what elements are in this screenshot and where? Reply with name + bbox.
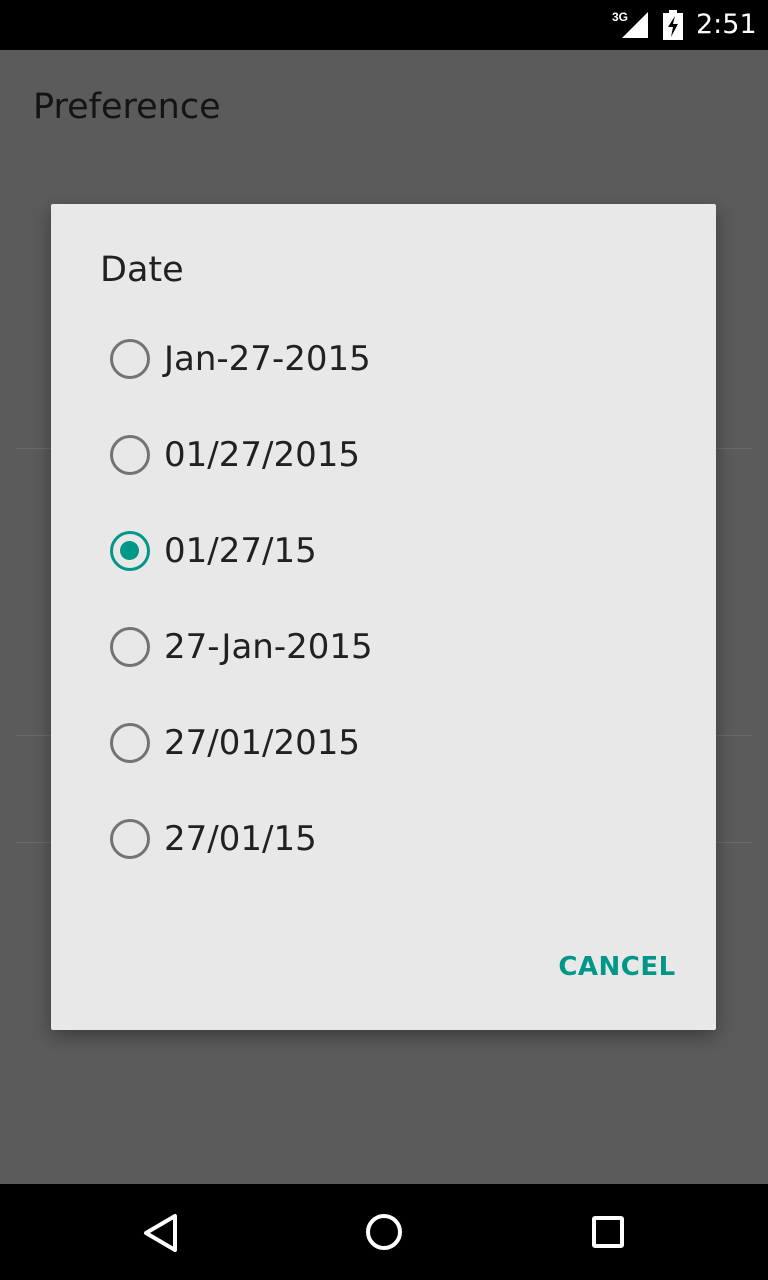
option-label: 27-Jan-2015 [164, 627, 373, 667]
battery-icon [663, 10, 683, 40]
option-label: 01/27/15 [164, 531, 317, 571]
page-title: Preference [33, 87, 221, 127]
date-option-27-01-15[interactable]: 27/01/15 [51, 792, 716, 888]
network-type-label: 3G [612, 10, 628, 24]
status-time: 2:51 [696, 9, 757, 40]
option-label: 27/01/2015 [164, 723, 360, 763]
signal-icon: 3G [612, 10, 648, 38]
radio-button-selected[interactable] [110, 531, 150, 571]
radio-button[interactable] [110, 339, 150, 379]
date-option-jan-27-2015[interactable]: Jan-27-2015 [51, 312, 716, 408]
option-label: 27/01/15 [164, 819, 317, 859]
date-format-dialog: Date Jan-27-2015 01/27/2015 01/27/15 27-… [51, 204, 716, 1030]
option-label: 01/27/2015 [164, 435, 360, 475]
date-option-27-01-2015[interactable]: 27/01/2015 [51, 696, 716, 792]
home-icon[interactable] [352, 1200, 416, 1264]
cancel-button[interactable]: CANCEL [546, 939, 688, 995]
radio-button[interactable] [110, 627, 150, 667]
date-option-27-jan-2015[interactable]: 27-Jan-2015 [51, 600, 716, 696]
recents-icon[interactable] [576, 1200, 640, 1264]
date-option-01-27-15[interactable]: 01/27/15 [51, 504, 716, 600]
dialog-title: Date [100, 250, 184, 290]
navigation-bar [0, 1184, 768, 1280]
radio-button[interactable] [110, 435, 150, 475]
date-option-01-27-2015[interactable]: 01/27/2015 [51, 408, 716, 504]
status-bar: 3G 2:51 [0, 0, 768, 50]
option-label: Jan-27-2015 [164, 339, 371, 379]
radio-button[interactable] [110, 723, 150, 763]
radio-button[interactable] [110, 819, 150, 859]
back-icon[interactable] [128, 1200, 192, 1264]
